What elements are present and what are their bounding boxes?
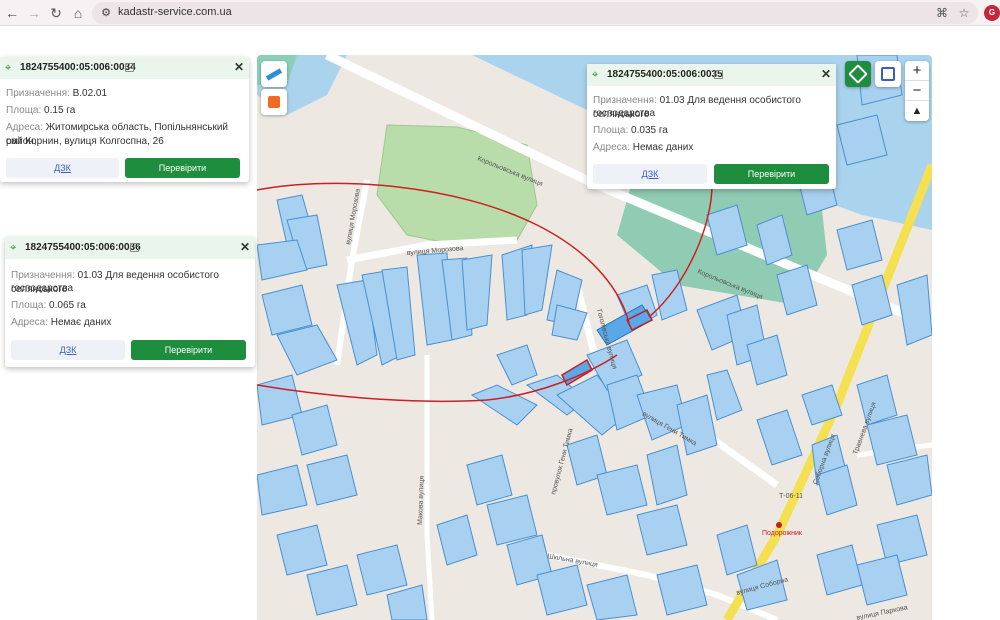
area-label: Площа: (593, 125, 629, 136)
forward-icon[interactable]: → (24, 3, 44, 23)
purpose-value-line2: господарства (593, 108, 656, 119)
address-bar[interactable]: ⚙ kadastr-service.com.ua ⌘ ☆ (92, 2, 978, 24)
dzk-link[interactable]: ДЗК (11, 340, 125, 360)
purpose-value-line2: господарства (11, 283, 74, 294)
copy-icon[interactable] (125, 63, 134, 72)
area-value: 0.065 га (49, 300, 86, 311)
check-button[interactable]: Перевірити (125, 158, 240, 178)
card-header: ⌖ 1824755400:05:006:0035 ✕ (587, 64, 836, 86)
layer-color-icon[interactable] (261, 89, 287, 115)
address-value: Немає даних (50, 317, 112, 328)
location-pin-icon: ⌖ (5, 62, 12, 74)
purpose-label: Призначення: (6, 88, 70, 99)
parcel-card-0034: ⌖ 1824755400:05:006:0034 ✕ Призначення: … (0, 57, 249, 182)
address-row: Адреса: Немає даних (593, 141, 693, 155)
road-code-label: Т-06-11 (779, 493, 803, 500)
zoom-control: + − ▲ (905, 61, 929, 121)
reload-icon[interactable]: ↻ (46, 3, 66, 23)
close-icon[interactable]: ✕ (240, 240, 250, 254)
satellite-icon[interactable] (845, 61, 871, 87)
area-value: 0.15 га (44, 105, 76, 116)
dzk-link[interactable]: ДЗК (593, 164, 707, 184)
close-icon[interactable]: ✕ (234, 60, 244, 74)
copy-icon[interactable] (130, 243, 139, 252)
purpose-label: Призначення: (11, 270, 75, 281)
area-label: Площа: (6, 105, 42, 116)
road (424, 355, 435, 620)
check-button[interactable]: Перевірити (714, 164, 829, 184)
address-value: Немає даних (632, 142, 694, 153)
location-pin-icon: ⌖ (592, 69, 599, 81)
address-label: Адреса: (11, 317, 48, 328)
parcel-id: 1824755400:05:006:0035 (607, 69, 723, 80)
area-row: Площа: 0.15 га (6, 104, 75, 118)
parcel-card-0035: ⌖ 1824755400:05:006:0035 ✕ Призначення: … (587, 64, 836, 189)
area-label: Площа: (11, 300, 47, 311)
copy-icon[interactable] (714, 70, 723, 79)
street-label: Макова вулиця (417, 476, 426, 525)
area-value: 0.035 га (631, 125, 668, 136)
parcel-id: 1824755400:05:006:0034 (20, 62, 136, 73)
address-label: Адреса: (593, 142, 630, 153)
zoom-out-button[interactable]: − (905, 81, 929, 101)
parcel-id: 1824755400:05:006:0036 (25, 242, 141, 253)
poi-label: Подорожник (762, 530, 803, 537)
purpose-value: В.02.01 (72, 88, 108, 99)
parcel-card-0036: ⌖ 1824755400:05:006:0036 ✕ Призначення: … (5, 237, 255, 367)
check-button[interactable]: Перевірити (131, 340, 246, 360)
url-text: kadastr-service.com.ua (118, 6, 232, 18)
dzk-link[interactable]: ДЗК (6, 158, 119, 178)
bookmark-star-icon[interactable]: ☆ (956, 5, 972, 21)
card-header: ⌖ 1824755400:05:006:0034 ✕ (0, 57, 249, 79)
home-icon[interactable]: ⌂ (68, 3, 88, 23)
zoom-in-button[interactable]: + (905, 61, 929, 81)
address-label: Адреса: (6, 122, 43, 133)
street-label: вулиця Паркова (856, 604, 908, 620)
location-pin-icon: ⌖ (10, 242, 17, 254)
translate-icon[interactable]: ⌘ (934, 5, 950, 21)
site-info-icon[interactable]: ⚙ (98, 5, 114, 21)
card-header: ⌖ 1824755400:05:006:0036 ✕ (5, 237, 255, 259)
purpose-label: Призначення: (593, 95, 657, 106)
map-layers-icon[interactable] (875, 61, 901, 87)
browser-toolbar: ← → ↻ ⌂ ⚙ kadastr-service.com.ua ⌘ ☆ G (0, 0, 1000, 26)
back-icon[interactable]: ← (2, 3, 22, 23)
purpose-row: Призначення: В.02.01 (6, 87, 107, 101)
poi-icon (776, 522, 782, 528)
close-icon[interactable]: ✕ (821, 67, 831, 81)
area-row: Площа: 0.065 га (11, 299, 86, 313)
compass-reset-button[interactable]: ▲ (905, 101, 929, 121)
extension-icon[interactable]: G (984, 5, 1000, 21)
address-row: Адреса: Немає даних (11, 316, 111, 330)
area-row: Площа: 0.035 га (593, 124, 668, 138)
ruler-icon[interactable] (261, 61, 287, 87)
address-value-line2: смт Корнин, вулиця Колгоспна, 26 (6, 136, 164, 147)
